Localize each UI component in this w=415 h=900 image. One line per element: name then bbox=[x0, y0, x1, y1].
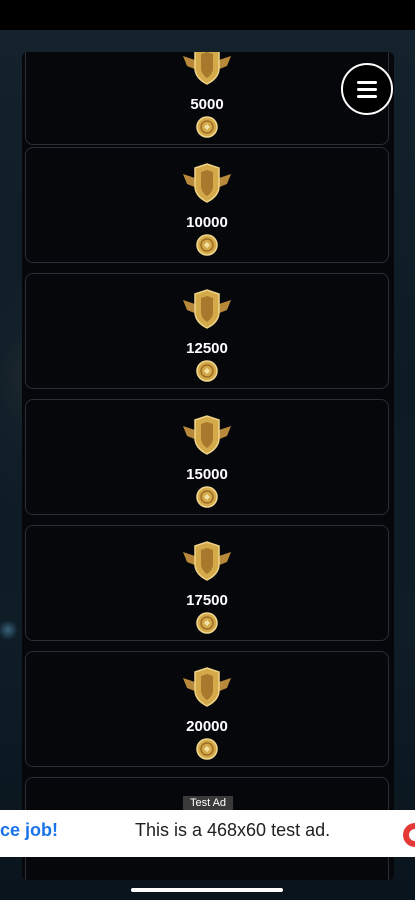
menu-bar-line bbox=[357, 95, 377, 98]
tier-amount: 10000 bbox=[186, 214, 228, 231]
tier-amount: 20000 bbox=[186, 718, 228, 735]
coin-icon bbox=[196, 234, 218, 256]
tier-amount: 17500 bbox=[186, 592, 228, 609]
status-bar bbox=[0, 0, 415, 30]
ad-banner[interactable]: ce job! This is a 468x60 test ad. bbox=[0, 810, 415, 857]
home-indicator[interactable] bbox=[131, 888, 283, 892]
tier-card[interactable]: 20000 bbox=[25, 651, 389, 767]
rank-badge-icon bbox=[181, 414, 233, 456]
tier-card[interactable]: 10000 bbox=[25, 147, 389, 263]
coin-icon bbox=[196, 612, 218, 634]
tier-card[interactable]: 5000 bbox=[25, 52, 389, 145]
tier-amount: 15000 bbox=[186, 466, 228, 483]
menu-bar-line bbox=[357, 81, 377, 84]
tier-list[interactable]: 5000 10000 12500 15000 17500 20000 bbox=[22, 52, 394, 880]
hamburger-menu-icon[interactable] bbox=[341, 63, 393, 115]
coin-icon bbox=[196, 116, 218, 138]
tier-amount: 12500 bbox=[186, 340, 228, 357]
coin-icon bbox=[196, 486, 218, 508]
ad-label: Test Ad bbox=[183, 796, 233, 811]
tier-card[interactable]: 15000 bbox=[25, 399, 389, 515]
ad-headline-text[interactable]: ce job! bbox=[0, 820, 58, 841]
menu-bar-line bbox=[357, 88, 377, 91]
ad-brand-icon[interactable] bbox=[402, 822, 415, 848]
tier-card[interactable]: 12500 bbox=[25, 273, 389, 389]
rank-badge-icon bbox=[181, 666, 233, 708]
tier-card[interactable]: 17500 bbox=[25, 525, 389, 641]
rank-badge-icon bbox=[181, 162, 233, 204]
rank-badge-icon bbox=[181, 540, 233, 582]
tier-amount: 5000 bbox=[190, 96, 224, 113]
coin-icon bbox=[196, 738, 218, 760]
coin-icon bbox=[196, 360, 218, 382]
rank-badge-icon bbox=[181, 288, 233, 330]
ad-body-text[interactable]: This is a 468x60 test ad. bbox=[135, 820, 330, 841]
rank-badge-icon bbox=[181, 52, 233, 86]
